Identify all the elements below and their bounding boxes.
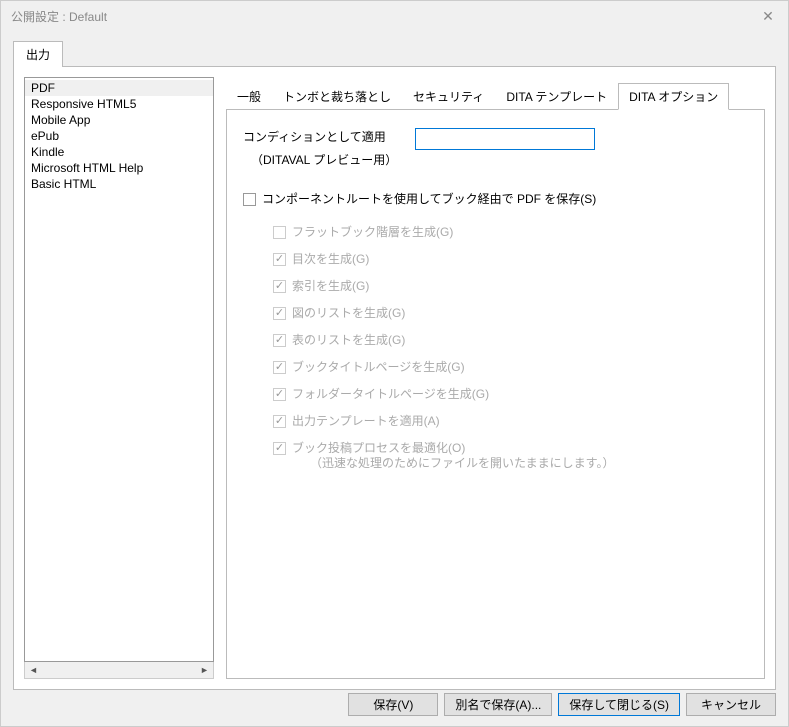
option-checkbox: ✓ <box>273 442 286 455</box>
generation-options-list: フラットブック階層を生成(G) ✓ 目次を生成(G) ✓ 索引を生成(G) ✓ 図のリストを… <box>243 225 748 471</box>
option-label-wrap: フラットブック階層を生成(G) <box>292 225 453 240</box>
close-icon: ✕ <box>762 8 774 25</box>
option-row: ✓ 索引を生成(G) <box>273 279 748 294</box>
option-row: ✓ 出力テンプレートを適用(A) <box>273 414 748 429</box>
option-label: 索引を生成(G) <box>292 279 369 294</box>
option-label: フラットブック階層を生成(G) <box>292 225 453 240</box>
settings-tab[interactable]: DITA オプション <box>618 83 729 110</box>
save-button[interactable]: 保存(V) <box>348 693 438 716</box>
output-format-item[interactable]: Responsive HTML5 <box>25 96 213 112</box>
cancel-button[interactable]: キャンセル <box>686 693 776 716</box>
option-label-wrap: 図のリストを生成(G) <box>292 306 405 321</box>
option-label: ブック投稿プロセスを最適化(O) <box>292 441 614 456</box>
option-label-wrap: 目次を生成(G) <box>292 252 369 267</box>
option-row: フラットブック階層を生成(G) <box>273 225 748 240</box>
tab-output[interactable]: 出力 <box>13 41 63 67</box>
component-route-checkbox[interactable] <box>243 193 256 206</box>
option-row: ✓ ブック投稿プロセスを最適化(O)（迅速な処理のためにファイルを開いたままにしま… <box>273 441 748 471</box>
option-row: ✓ 図のリストを生成(G) <box>273 306 748 321</box>
check-icon: ✓ <box>275 362 284 373</box>
check-icon: ✓ <box>275 443 284 454</box>
dita-options-panel: コンディションとして適用 （DITAVAL プレビュー用） コンポーネントルート… <box>226 110 765 679</box>
option-label: 目次を生成(G) <box>292 252 369 267</box>
save-and-close-button[interactable]: 保存して閉じる(S) <box>558 693 680 716</box>
option-row: ✓ フォルダータイトルページを生成(G) <box>273 387 748 402</box>
option-checkbox: ✓ <box>273 307 286 320</box>
option-label-wrap: ブック投稿プロセスを最適化(O)（迅速な処理のためにファイルを開いたままにします… <box>292 441 614 471</box>
option-label-wrap: 索引を生成(G) <box>292 279 369 294</box>
settings-tabs: 一般トンボと裁ち落としセキュリティDITA テンプレートDITA オプション <box>226 83 765 110</box>
window-title: 公開設定 : Default <box>11 8 107 25</box>
main-tabs: 出力 <box>13 41 776 67</box>
settings-tab[interactable]: 一般 <box>226 83 272 110</box>
option-label-wrap: フォルダータイトルページを生成(G) <box>292 387 489 402</box>
option-checkbox: ✓ <box>273 361 286 374</box>
condition-input[interactable] <box>415 128 595 150</box>
condition-sublabel: （DITAVAL プレビュー用） <box>243 151 397 168</box>
option-row: ✓ 表のリストを生成(G) <box>273 333 748 348</box>
condition-row: コンディションとして適用 （DITAVAL プレビュー用） <box>243 128 748 168</box>
condition-label: コンディションとして適用 <box>243 128 397 145</box>
scroll-right-icon[interactable]: ► <box>196 662 213 678</box>
option-label-wrap: ブックタイトルページを生成(G) <box>292 360 465 375</box>
dialog-footer: 保存(V) 別名で保存(A)... 保存して閉じる(S) キャンセル <box>1 690 788 726</box>
output-format-item[interactable]: Microsoft HTML Help <box>25 160 213 176</box>
option-label: 図のリストを生成(G) <box>292 306 405 321</box>
publish-settings-dialog: 公開設定 : Default ✕ 出力 PDFResponsive HTML5M… <box>0 0 789 727</box>
list-horizontal-scrollbar[interactable]: ◄ ► <box>24 662 214 679</box>
check-icon: ✓ <box>275 254 284 265</box>
option-label-wrap: 表のリストを生成(G) <box>292 333 405 348</box>
option-checkbox: ✓ <box>273 334 286 347</box>
condition-label-group: コンディションとして適用 （DITAVAL プレビュー用） <box>243 128 397 168</box>
component-route-row[interactable]: コンポーネントルートを使用してブック経由で PDF を保存(S) <box>243 192 748 207</box>
settings-tab[interactable]: セキュリティ <box>402 83 495 110</box>
option-checkbox: ✓ <box>273 280 286 293</box>
check-icon: ✓ <box>275 281 284 292</box>
output-format-item[interactable]: Basic HTML <box>25 176 213 192</box>
settings-panel: 一般トンボと裁ち落としセキュリティDITA テンプレートDITA オプション コ… <box>226 77 765 679</box>
option-label: フォルダータイトルページを生成(G) <box>292 387 489 402</box>
output-format-item[interactable]: Mobile App <box>25 112 213 128</box>
settings-tab[interactable]: DITA テンプレート <box>495 83 618 110</box>
option-checkbox <box>273 226 286 239</box>
option-label: 表のリストを生成(G) <box>292 333 405 348</box>
option-checkbox: ✓ <box>273 388 286 401</box>
option-row: ✓ ブックタイトルページを生成(G) <box>273 360 748 375</box>
option-label-wrap: 出力テンプレートを適用(A) <box>292 414 440 429</box>
output-format-item[interactable]: PDF <box>25 80 213 96</box>
check-icon: ✓ <box>275 416 284 427</box>
check-icon: ✓ <box>275 389 284 400</box>
dialog-body: 出力 PDFResponsive HTML5Mobile AppePubKind… <box>1 31 788 690</box>
check-icon: ✓ <box>275 335 284 346</box>
settings-tab[interactable]: トンボと裁ち落とし <box>272 83 402 110</box>
output-format-list[interactable]: PDFResponsive HTML5Mobile AppePubKindleM… <box>24 77 214 662</box>
close-button[interactable]: ✕ <box>748 1 788 31</box>
component-route-label: コンポーネントルートを使用してブック経由で PDF を保存(S) <box>262 192 596 207</box>
titlebar: 公開設定 : Default ✕ <box>1 1 788 31</box>
output-format-item[interactable]: ePub <box>25 128 213 144</box>
option-checkbox: ✓ <box>273 415 286 428</box>
option-checkbox: ✓ <box>273 253 286 266</box>
check-icon: ✓ <box>275 308 284 319</box>
main-panel: PDFResponsive HTML5Mobile AppePubKindleM… <box>13 66 776 690</box>
scroll-left-icon[interactable]: ◄ <box>25 662 42 678</box>
option-sublabel: （迅速な処理のためにファイルを開いたままにします。） <box>310 456 614 471</box>
save-as-button[interactable]: 別名で保存(A)... <box>444 693 552 716</box>
option-label: ブックタイトルページを生成(G) <box>292 360 465 375</box>
option-row: ✓ 目次を生成(G) <box>273 252 748 267</box>
output-format-item[interactable]: Kindle <box>25 144 213 160</box>
output-format-panel: PDFResponsive HTML5Mobile AppePubKindleM… <box>24 77 214 679</box>
option-label: 出力テンプレートを適用(A) <box>292 414 440 429</box>
